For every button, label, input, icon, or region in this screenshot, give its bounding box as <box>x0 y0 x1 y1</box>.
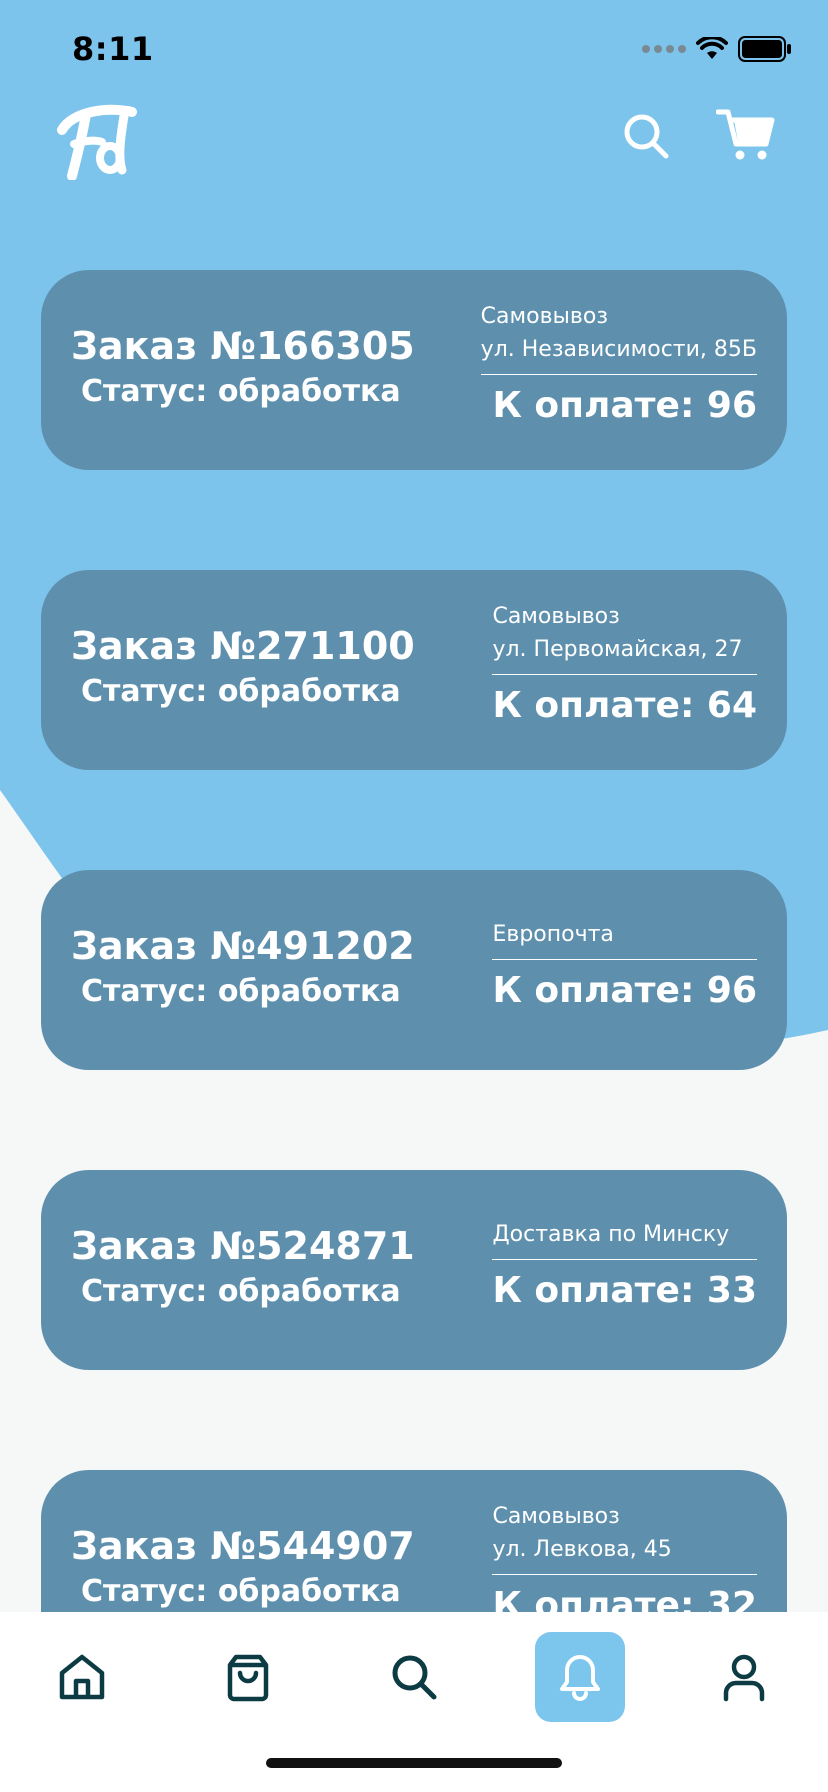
divider <box>492 959 757 960</box>
delivery-type: Самовывоз <box>480 304 609 329</box>
divider <box>492 1259 757 1260</box>
order-card[interactable]: Заказ №166305 Статус: обработка Самовыво… <box>41 270 787 470</box>
status-indicators <box>642 36 792 62</box>
status-time: 8:11 <box>72 30 154 68</box>
search-icon[interactable] <box>620 110 672 162</box>
nav-notifications[interactable] <box>535 1632 625 1722</box>
status-bar: 8:11 <box>0 0 828 100</box>
order-card[interactable]: Заказ №271100 Статус: обработка Самовыво… <box>41 570 787 770</box>
order-number: Заказ №491202 <box>71 924 415 968</box>
order-number: Заказ №271100 <box>71 624 415 668</box>
home-indicator <box>266 1758 562 1768</box>
order-delivery-info: Доставка по Минску К оплате: 33 <box>492 1218 757 1311</box>
wifi-icon <box>696 37 728 59</box>
order-number: Заказ №544907 <box>71 1524 415 1568</box>
delivery-type: Доставка по Минску <box>492 1222 730 1247</box>
bell-icon <box>560 1655 600 1701</box>
search-icon <box>392 1655 437 1700</box>
order-delivery-info: Самовывоз ул. Левкова, 45 К оплате: 32 <box>492 1500 757 1626</box>
nav-catalog[interactable] <box>203 1632 293 1722</box>
order-card[interactable]: Заказ №491202 Статус: обработка Европочт… <box>41 870 787 1070</box>
order-info: Заказ №524871 Статус: обработка <box>71 1224 415 1309</box>
order-info: Заказ №544907 Статус: обработка <box>71 1524 415 1609</box>
orders-list: Заказ №166305 Статус: обработка Самовыво… <box>41 270 787 1770</box>
profile-icon <box>723 1654 765 1702</box>
payment-amount: К оплате: 64 <box>492 685 757 726</box>
app-header <box>0 90 828 190</box>
order-status: Статус: обработка <box>81 1574 401 1609</box>
payment-amount: К оплате: 33 <box>492 1270 757 1311</box>
order-card[interactable]: Заказ №524871 Статус: обработка Доставка… <box>41 1170 787 1370</box>
order-number: Заказ №524871 <box>71 1224 415 1268</box>
divider <box>492 1574 757 1575</box>
order-status: Статус: обработка <box>81 1274 401 1309</box>
order-number: Заказ №166305 <box>71 324 415 368</box>
cellular-signal-icon <box>642 45 686 53</box>
order-status: Статус: обработка <box>81 374 401 409</box>
order-status: Статус: обработка <box>81 674 401 709</box>
order-delivery-info: Европочта К оплате: 96 <box>492 918 757 1011</box>
payment-amount: К оплате: 96 <box>492 385 757 426</box>
delivery-address: ул. Левкова, 45 <box>492 1537 672 1562</box>
delivery-type: Европочта <box>492 922 614 947</box>
order-info: Заказ №166305 Статус: обработка <box>71 324 415 409</box>
nav-home[interactable] <box>37 1632 127 1722</box>
order-status: Статус: обработка <box>81 974 401 1009</box>
nav-profile[interactable] <box>699 1632 789 1722</box>
nav-search[interactable] <box>369 1632 459 1722</box>
app-logo[interactable] <box>52 100 142 180</box>
order-info: Заказ №271100 Статус: обработка <box>71 624 415 709</box>
order-info: Заказ №491202 Статус: обработка <box>71 924 415 1009</box>
delivery-address: ул. Независимости, 85Б <box>480 337 757 362</box>
divider <box>480 374 757 375</box>
payment-amount: К оплате: 96 <box>492 970 757 1011</box>
order-delivery-info: Самовывоз ул. Независимости, 85Б К оплат… <box>480 300 757 426</box>
battery-icon <box>738 36 791 62</box>
home-icon <box>59 1654 105 1700</box>
delivery-type: Самовывоз <box>492 1504 620 1529</box>
order-delivery-info: Самовывоз ул. Первомайская, 27 К оплате:… <box>492 600 757 726</box>
delivery-address: ул. Первомайская, 27 <box>492 637 743 662</box>
cart-icon[interactable] <box>716 106 776 162</box>
shopping-bag-icon <box>227 1654 269 1702</box>
divider <box>492 674 757 675</box>
delivery-type: Самовывоз <box>492 604 620 629</box>
